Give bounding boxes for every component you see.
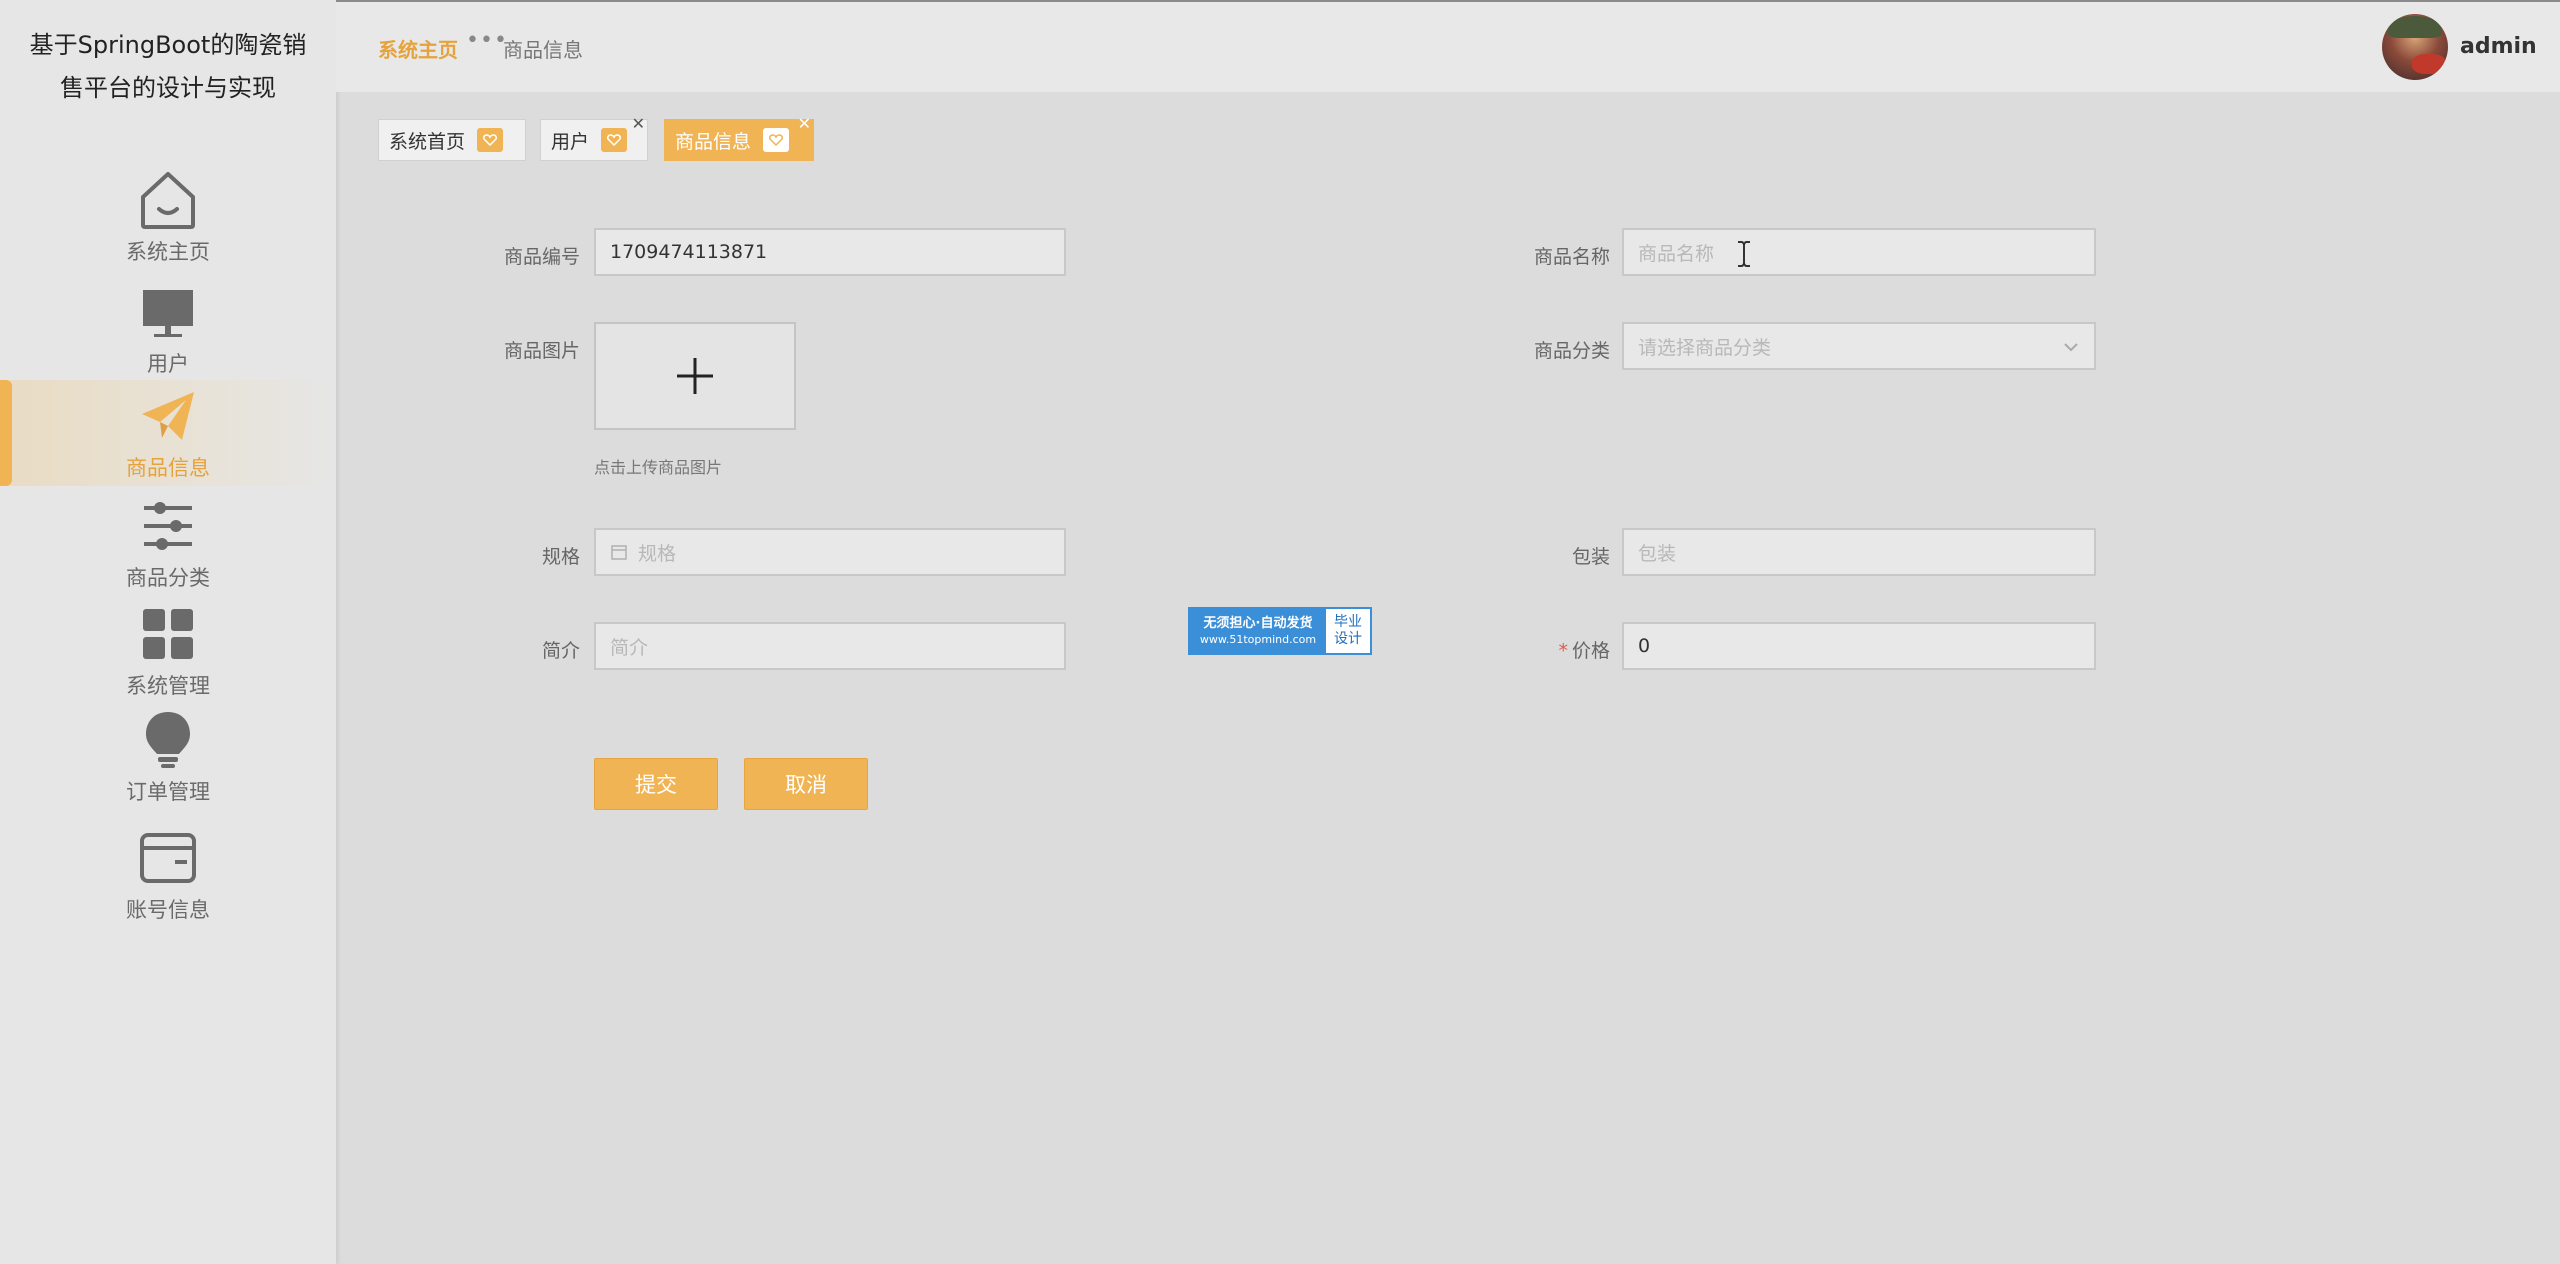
calendar-icon <box>611 545 627 560</box>
sidebar-item-orders[interactable]: 订单管理 <box>0 704 336 810</box>
upload-hint: 点击上传商品图片 <box>594 458 723 477</box>
label-product-code: 商品编号 <box>503 246 580 268</box>
label-packaging: 包装 <box>1571 546 1610 568</box>
heart-icon <box>477 128 504 152</box>
label-intro: 简介 <box>541 640 580 662</box>
intro-input[interactable]: 简介 <box>594 622 1066 670</box>
spec-input[interactable]: 规格 <box>594 528 1066 576</box>
tab-home[interactable]: 系统首页 <box>378 119 526 161</box>
top-bar: 系统主页 ••• 商品信息 admin <box>336 0 2560 92</box>
label-product-image: 商品图片 <box>503 340 580 362</box>
submit-button[interactable]: 提交 <box>594 758 718 810</box>
sidebar-item-category[interactable]: 商品分类 <box>0 490 336 596</box>
required-mark: * <box>1558 640 1568 662</box>
sidebar-item-product-info[interactable]: 商品信息 <box>0 380 336 486</box>
app-title: 基于SpringBoot的陶瓷销 售平台的设计与实现 <box>29 31 307 102</box>
tab-close-icon[interactable]: ✕ <box>798 114 811 133</box>
tab-close-icon[interactable]: ✕ <box>632 114 645 133</box>
heart-icon <box>601 128 628 152</box>
sidebar-item-account[interactable]: 账号信息 <box>0 822 336 928</box>
sidebar-item-home[interactable]: 系统主页 <box>0 164 336 270</box>
heart-icon <box>763 128 790 152</box>
wallet-icon <box>136 826 200 890</box>
image-upload-button[interactable] <box>594 322 796 430</box>
cancel-button[interactable]: 取消 <box>744 758 868 810</box>
plus-icon <box>677 358 713 394</box>
text-cursor-icon <box>1736 240 1752 272</box>
sidebar-item-users[interactable]: 用户 <box>0 276 336 382</box>
home-icon <box>136 168 200 232</box>
sidebar-item-system[interactable]: 系统管理 <box>0 598 336 704</box>
label-product-category: 商品分类 <box>1533 340 1610 362</box>
paper-plane-icon <box>136 384 200 448</box>
tab-users[interactable]: 用户 ✕ <box>540 114 648 161</box>
product-category-select[interactable]: 请选择商品分类 <box>1622 322 2096 370</box>
breadcrumb-current: 商品信息 <box>503 38 583 62</box>
grid-icon <box>136 602 200 666</box>
tab-product-info[interactable]: 商品信息 ✕ <box>664 114 814 161</box>
product-name-input[interactable]: 商品名称 <box>1622 228 2096 276</box>
packaging-input[interactable]: 包装 <box>1622 528 2096 576</box>
sliders-icon <box>136 494 200 558</box>
chevron-down-icon <box>2064 343 2078 352</box>
label-spec: 规格 <box>541 546 580 568</box>
lightbulb-icon <box>136 708 200 772</box>
monitor-icon <box>136 280 200 344</box>
watermark-badge: 无须担心·自动发货 www.51topmind.com 毕业 设计 <box>1188 607 1372 655</box>
product-code-input[interactable]: 1709474113871 <box>594 228 1066 276</box>
breadcrumb-separator: ••• <box>466 28 508 53</box>
label-price: * 价格 <box>1558 640 1610 662</box>
label-product-name: 商品名称 <box>1533 246 1610 268</box>
sidebar: 基于SpringBoot的陶瓷销 售平台的设计与实现 系统主页 用户 商品信息 … <box>0 0 336 1264</box>
active-indicator <box>0 380 12 486</box>
breadcrumb-home[interactable]: 系统主页 <box>378 34 458 63</box>
price-input[interactable]: 0 <box>1622 622 2096 670</box>
username[interactable]: admin <box>2460 34 2537 59</box>
avatar[interactable] <box>2382 14 2448 80</box>
